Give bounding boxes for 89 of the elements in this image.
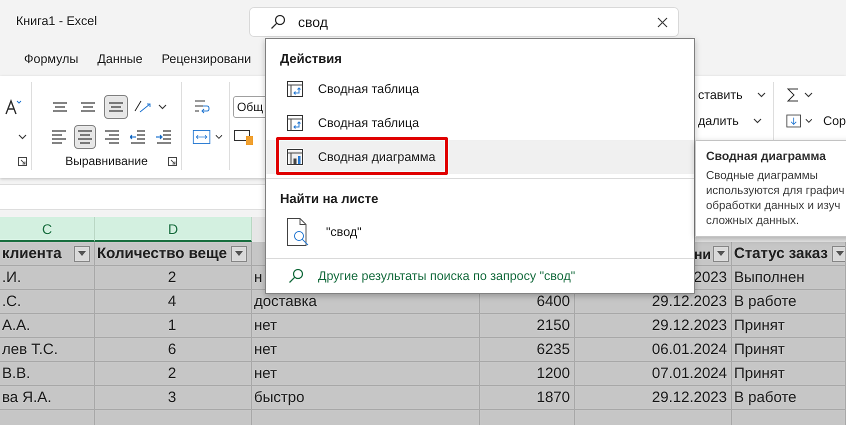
- table-cell: Выполнен: [732, 266, 846, 290]
- table-cell: Принят: [732, 338, 846, 362]
- table-cell: 2: [95, 266, 252, 290]
- table-cell: А.А.: [0, 314, 95, 338]
- table-cell: ва Я.А.: [0, 386, 95, 410]
- tooltip-title: Сводная диаграмма: [706, 149, 827, 163]
- ribbon-tab[interactable]: Формулы: [24, 52, 78, 66]
- table-cell: 1870: [480, 386, 575, 410]
- search-icon: [270, 14, 286, 30]
- align-top-icon: [52, 102, 68, 112]
- section-heading: Найти на листе: [279, 190, 380, 208]
- search-icon: [288, 268, 304, 284]
- table-cell: 2150: [480, 314, 575, 338]
- merge-cells-icon[interactable]: [192, 128, 212, 146]
- window-title: Книга1 - Excel: [15, 14, 98, 28]
- search-field[interactable]: свод: [249, 7, 679, 37]
- align-center-button[interactable]: [74, 125, 96, 149]
- align-center-icon: [77, 130, 94, 144]
- section-heading: Действия: [279, 50, 343, 68]
- table-cell: В работе: [732, 290, 846, 314]
- search-result-item[interactable]: Сводная диаграмма: [266, 140, 694, 174]
- filter-button[interactable]: [231, 246, 247, 262]
- sum-icon[interactable]: [786, 87, 800, 103]
- dropdown-arrow-icon: [717, 251, 725, 256]
- search-result-item[interactable]: "свод": [266, 212, 694, 252]
- table-cell: Принят: [732, 362, 846, 386]
- ribbon-command[interactable]: далить: [698, 114, 739, 128]
- table-cell: 06.01.2024: [575, 338, 732, 362]
- cell-styles-icon[interactable]: [233, 128, 255, 146]
- column-header[interactable]: D: [95, 217, 252, 242]
- ribbon-tab[interactable]: Рецензировани: [162, 52, 252, 66]
- table-cell: .С.: [0, 290, 95, 314]
- table-cell: .И.: [0, 266, 95, 290]
- align-right-icon: [104, 130, 120, 144]
- table-cell: 1200: [480, 362, 575, 386]
- filter-button[interactable]: [832, 246, 845, 262]
- table-cell: нет: [252, 338, 480, 362]
- table-cell: 4: [95, 290, 252, 314]
- table-cell: лев Т.С.: [0, 338, 95, 362]
- table-cell: В работе: [732, 386, 846, 410]
- chevron-icon: [158, 104, 167, 110]
- align-middle-icon: [80, 102, 96, 112]
- fill-down-icon[interactable]: [786, 113, 802, 129]
- dropdown-arrow-icon: [235, 251, 243, 256]
- table-cell: 3: [95, 386, 252, 410]
- filter-button[interactable]: [713, 246, 729, 262]
- pivot-table-icon: [286, 80, 304, 98]
- chevron-icon: [756, 92, 766, 98]
- ribbon-tab[interactable]: Данные: [97, 52, 143, 66]
- dropdown-arrow-icon: [836, 251, 844, 256]
- chevron-icon: [804, 92, 813, 98]
- chevron-icon: [752, 118, 762, 124]
- table-cell: 6235: [480, 338, 575, 362]
- chevron-icon: [18, 134, 27, 140]
- filter-button[interactable]: [74, 246, 90, 262]
- table-cell: 29.12.2023: [575, 314, 732, 338]
- table-cell: 2: [95, 362, 252, 386]
- table-header-cell: клиента: [0, 242, 95, 266]
- align-bottom-icon: [108, 102, 124, 112]
- dropdown-arrow-icon: [78, 251, 86, 256]
- search-result-item[interactable]: Сводная таблица: [266, 72, 694, 106]
- column-header[interactable]: C: [0, 217, 95, 242]
- pivot-table-icon: [286, 114, 304, 132]
- ribbon-command[interactable]: Сор: [823, 114, 846, 128]
- align-left-icon: [51, 130, 68, 144]
- table-cell: В.В.: [0, 362, 95, 386]
- close-icon[interactable]: [657, 16, 668, 28]
- table-cell: нет: [252, 362, 480, 386]
- dialog-launcher-icon[interactable]: [168, 157, 177, 166]
- table-header-cell: Количество веще: [95, 242, 252, 266]
- table-cell: 07.01.2024: [575, 362, 732, 386]
- table-cell: нет: [252, 314, 480, 338]
- group-label: Выравнивание: [64, 154, 149, 168]
- table-header-cell: Статус заказ: [732, 242, 846, 266]
- chevron-icon: [215, 134, 223, 140]
- table-cell: 29.12.2023: [575, 386, 732, 410]
- ribbon-command[interactable]: ставить: [698, 88, 743, 102]
- decrease-indent-icon: [130, 130, 146, 144]
- dialog-launcher-icon[interactable]: [18, 157, 27, 166]
- table-cell: 6: [95, 338, 252, 362]
- search-result-item[interactable]: Сводная таблица: [266, 106, 694, 140]
- table-cell: 1: [95, 314, 252, 338]
- table-cell: Принят: [732, 314, 846, 338]
- table-cell: быстро: [252, 386, 480, 410]
- align-bottom-button[interactable]: [104, 95, 128, 119]
- chevron-icon: [805, 118, 814, 124]
- pivot-chart-icon: [286, 148, 304, 166]
- increase-indent-icon: [156, 130, 172, 144]
- tooltip-text: Сводные диаграммы используются для графич обработки данных и изуч сложных данных.: [706, 169, 846, 229]
